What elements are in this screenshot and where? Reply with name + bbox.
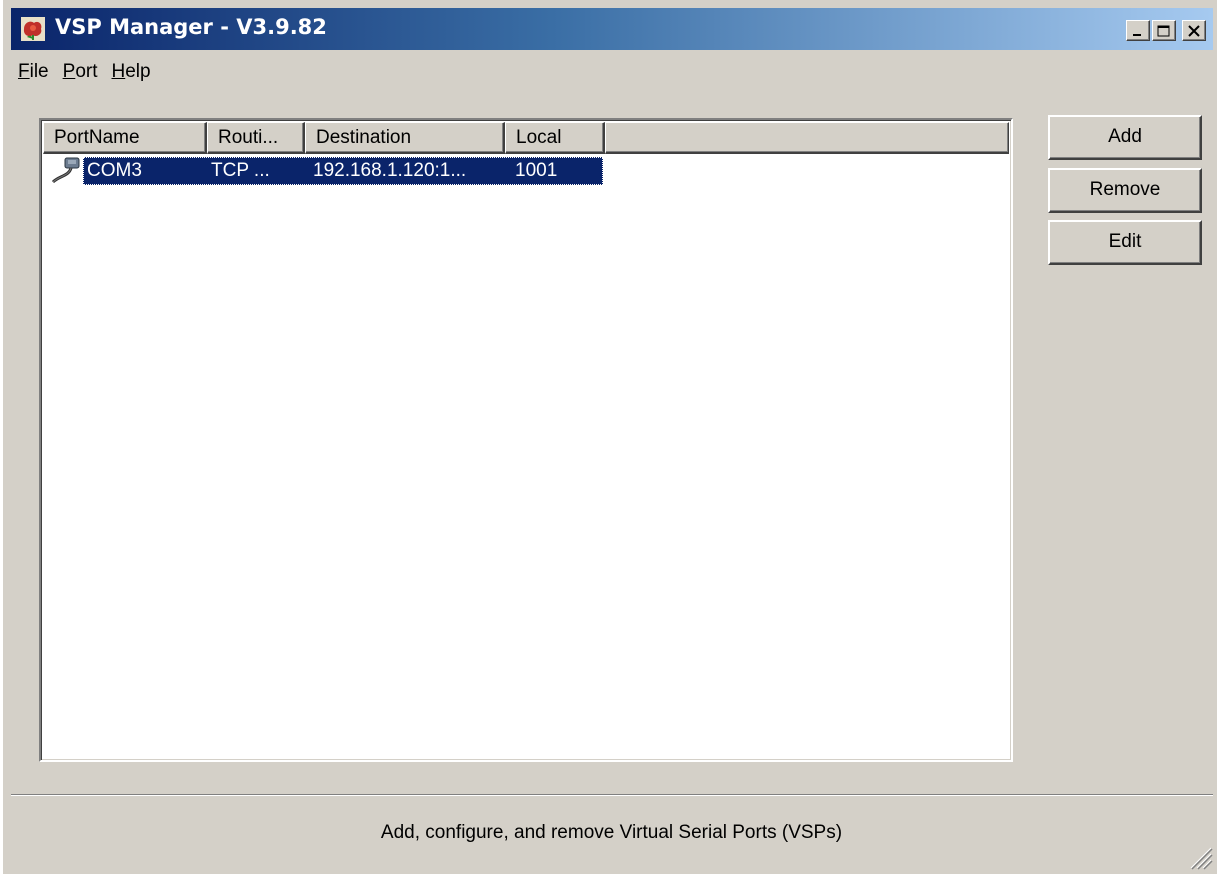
add-button[interactable]: Add (1048, 115, 1202, 160)
column-header-portname[interactable]: PortName (43, 122, 207, 154)
status-text: Add, configure, and remove Virtual Seria… (380, 822, 843, 843)
column-header-destination[interactable]: Destination (305, 122, 505, 154)
menu-file[interactable]: File (11, 61, 56, 83)
edit-button[interactable]: Edit (1048, 220, 1202, 265)
minimize-icon (1133, 33, 1141, 36)
maximize-icon (1157, 25, 1170, 36)
cell-local: 1001 (515, 160, 558, 181)
menu-help-accelerator: H (111, 61, 126, 82)
menu-port-accelerator: P (62, 61, 76, 82)
window-title: VSP Manager - V3.9.82 (55, 15, 327, 39)
cell-destination: 192.168.1.120:1... (313, 160, 467, 181)
maximize-button[interactable] (1152, 20, 1176, 41)
menu-file-label: ile (29, 61, 49, 82)
cell-port-name: COM3 (87, 160, 142, 181)
vsp-manager-window: VSP Manager - V3.9.82 File Port Help Por… (0, 0, 1217, 874)
close-icon (1188, 24, 1200, 37)
cell-routing: TCP ... (211, 160, 270, 181)
column-header-filler (605, 122, 1009, 154)
table-row[interactable]: COM3 TCP ... 192.168.1.120:1... 1001 (47, 156, 1009, 186)
menu-port[interactable]: Port (56, 61, 105, 83)
remove-button[interactable]: Remove (1048, 168, 1202, 213)
table-header: PortName Routi... Destination Local (43, 122, 1009, 154)
app-logo-icon (21, 17, 45, 41)
status-separator (11, 794, 1213, 796)
resize-grip-icon[interactable] (1187, 844, 1213, 870)
menu-help-label: elp (125, 61, 151, 82)
selected-row-highlight: COM3 TCP ... 192.168.1.120:1... 1001 (83, 157, 603, 185)
ports-list-view[interactable]: PortName Routi... Destination Local COM3… (39, 118, 1013, 762)
menu-help[interactable]: Help (105, 61, 158, 83)
close-button[interactable] (1182, 20, 1206, 41)
title-bar[interactable]: VSP Manager - V3.9.82 (11, 8, 1213, 50)
column-header-routing[interactable]: Routi... (207, 122, 305, 154)
table-body: COM3 TCP ... 192.168.1.120:1... 1001 (47, 156, 1009, 186)
menu-port-label: ort (75, 61, 98, 82)
menu-file-accelerator: F (18, 61, 30, 82)
menu-bar: File Port Help (11, 56, 1213, 88)
serial-port-icon (51, 157, 80, 184)
minimize-button[interactable] (1126, 20, 1150, 41)
column-header-local[interactable]: Local (505, 122, 605, 154)
